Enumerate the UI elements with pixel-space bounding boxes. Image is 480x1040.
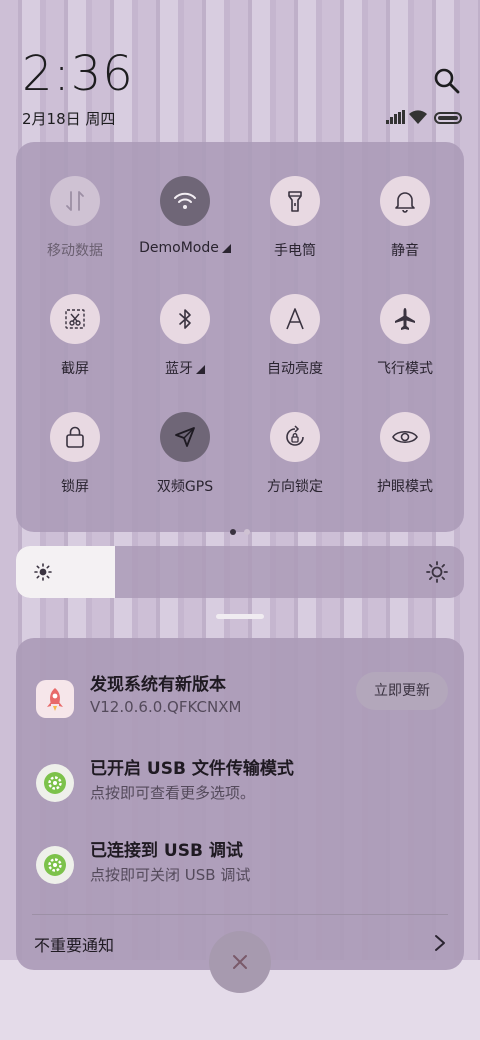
drag-handle[interactable] — [216, 614, 264, 619]
toggle-screenshot[interactable]: 截屏 — [20, 294, 130, 394]
toggle-eye-care[interactable]: 护眼模式 — [350, 412, 460, 512]
notification-title: 已连接到 USB 调试 — [90, 841, 243, 861]
chevron-right-icon[interactable] — [434, 934, 446, 956]
notification-subtitle: 点按即可关闭 USB 调试 — [90, 866, 251, 884]
signal-icon — [386, 110, 406, 124]
scissors-icon — [50, 294, 100, 344]
location-arrow-icon — [160, 412, 210, 462]
bluetooth-icon — [160, 294, 210, 344]
bell-icon — [380, 176, 430, 226]
wifi-status-icon — [408, 108, 428, 126]
eye-icon — [380, 412, 430, 462]
control-center: 移动数据 DemoMode 手电筒 静音 截屏 蓝牙 自动亮度 飞行模式 锁屏 … — [16, 142, 464, 535]
date: 2月18日 周四 — [22, 110, 116, 128]
page-indicator — [16, 520, 464, 539]
toggle-silent[interactable]: 静音 — [350, 176, 460, 276]
close-icon — [233, 955, 247, 969]
toggle-label: DemoMode — [139, 240, 219, 256]
notification-subtitle: 点按即可查看更多选项。 — [90, 784, 256, 802]
notification-panel: 发现系统有新版本 V12.0.6.0.QFKCNXM 立即更新 已开启 USB … — [16, 638, 464, 970]
toggle-bluetooth[interactable]: 蓝牙 — [130, 294, 240, 394]
sun-large-icon — [426, 561, 448, 587]
flashlight-icon — [270, 176, 320, 226]
toggle-rotation-lock[interactable]: 方向锁定 — [240, 412, 350, 512]
notification-item[interactable]: 已开启 USB 文件传输模式 点按即可查看更多选项。 — [16, 752, 464, 822]
clock: 2:36 — [22, 46, 134, 102]
toggle-auto-brightness[interactable]: 自动亮度 — [240, 294, 350, 394]
toggle-airplane[interactable]: 飞行模式 — [350, 294, 460, 394]
wifi-icon — [160, 176, 210, 226]
toggle-flashlight[interactable]: 手电筒 — [240, 176, 350, 276]
system-update-icon — [36, 680, 74, 718]
notification-title: 已开启 USB 文件传输模式 — [90, 759, 294, 779]
notification-subtitle: V12.0.6.0.QFKCNXM — [90, 698, 242, 716]
toggle-gps[interactable]: 双频GPS — [130, 412, 240, 512]
android-settings-icon — [36, 764, 74, 802]
lock-icon — [50, 412, 100, 462]
rotation-lock-icon — [270, 412, 320, 462]
brightness-slider[interactable] — [16, 546, 464, 598]
update-now-button[interactable]: 立即更新 — [356, 672, 448, 710]
menu-triangle-icon[interactable] — [221, 244, 231, 253]
page-dot-active — [230, 529, 236, 535]
toggle-lock-screen[interactable]: 锁屏 — [20, 412, 130, 512]
search-icon[interactable] — [432, 66, 462, 96]
android-settings-icon — [36, 846, 74, 884]
sun-small-icon — [34, 563, 52, 585]
toggle-label: 蓝牙 — [165, 361, 193, 377]
status-bar-icons — [386, 108, 464, 126]
clear-all-button[interactable] — [209, 931, 271, 993]
updown-arrows-icon — [50, 176, 100, 226]
notification-item[interactable]: 已连接到 USB 调试 点按即可关闭 USB 调试 — [16, 834, 464, 904]
unimportant-notifications-link[interactable]: 不重要通知 — [34, 932, 114, 956]
airplane-icon — [380, 294, 430, 344]
page-dot — [244, 529, 250, 535]
divider — [32, 914, 448, 915]
battery-icon — [434, 112, 462, 124]
menu-triangle-icon[interactable] — [196, 365, 205, 374]
toggle-wifi[interactable]: DemoMode — [130, 176, 240, 276]
brightness-fill — [16, 546, 115, 598]
notification-title: 发现系统有新版本 — [90, 675, 226, 695]
letter-a-icon — [270, 294, 320, 344]
toggle-mobile-data[interactable]: 移动数据 — [20, 176, 130, 276]
